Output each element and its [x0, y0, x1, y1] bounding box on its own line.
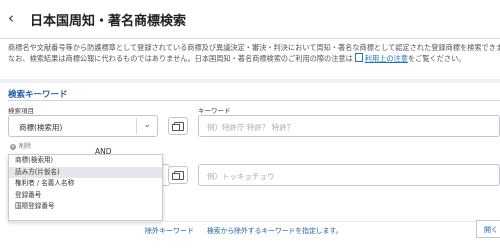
- copy-icon-back: [172, 124, 180, 131]
- description-text-end: をご覧ください。: [407, 54, 466, 63]
- chevron-left-icon[interactable]: ‹: [8, 11, 22, 26]
- exclude-keyword-label: 除外キーワード: [145, 227, 194, 235]
- description-line-1: 商標名や文献番号等から防護標章として登録されている商標及び異議決定・審決・判決に…: [8, 43, 500, 52]
- section-divider: [0, 79, 500, 83]
- keyword-input-2-placeholder: 例）トッキョチョウ: [207, 172, 275, 181]
- exclude-keyword-placeholder: 検索から除外するキーワードを指定します。: [207, 227, 343, 235]
- page-title: 日本国周知・著名商標検索: [30, 14, 187, 29]
- keyword-input-2[interactable]: 例）トッキョチョウ: [198, 164, 500, 186]
- exclude-keyword-input[interactable]: 検索から除外するキーワードを指定します。: [199, 222, 473, 236]
- search-item-dropdown[interactable]: 商標(検索用) 読み方(片仮名) 権利者 / 名義人名称 登録番号 国際登録番号: [8, 154, 163, 221]
- keyword-label: キーワード: [198, 107, 231, 115]
- keyword-input-1-placeholder: 例）特許庁 特許？ 特許？: [207, 123, 295, 132]
- select-separator: [136, 118, 137, 134]
- dropdown-option-trademark[interactable]: 商標(検索用): [9, 155, 162, 167]
- description-text: なお、検索結果は商標公報に代わるものではありません。日本国周知・著名商標検索のご…: [8, 54, 353, 63]
- description-line-2: なお、検索結果は商標公報に代わるものではありません。日本国周知・著名商標検索のご…: [8, 53, 500, 64]
- delete-label: 削除: [19, 143, 32, 150]
- usage-notes-link[interactable]: 利用上の注意: [365, 54, 408, 63]
- dropdown-option-reading[interactable]: 読み方(片仮名): [9, 166, 162, 179]
- dropdown-option-right-holder[interactable]: 権利者 / 名義人名称: [9, 178, 162, 190]
- copy-button-2[interactable]: [168, 166, 188, 184]
- dropdown-option-registration-number[interactable]: 登録番号: [9, 190, 162, 202]
- delete-button[interactable]: × 削除: [10, 141, 31, 150]
- section-title: 検索キーワード: [8, 90, 68, 100]
- search-item-select-value: 商標(検索用): [19, 123, 63, 132]
- search-item-label: 検索項目: [8, 107, 34, 115]
- header-bar: ‹ 日本国周知・著名商標検索: [0, 0, 500, 39]
- close-icon: ×: [10, 144, 16, 150]
- document-icon: [354, 53, 363, 62]
- description: 商標名や文献番号等から防護標章として登録されている商標及び異議決定・審決・判決に…: [8, 42, 500, 64]
- copy-icon-back: [172, 173, 180, 180]
- chevron-down-icon: ⌄: [143, 120, 151, 130]
- dropdown-option-international-registration-number[interactable]: 国際登録番号: [9, 201, 162, 213]
- copy-button[interactable]: [168, 117, 188, 135]
- search-item-select[interactable]: 商標(検索用) ⌄: [8, 115, 158, 137]
- open-button[interactable]: 開く: [476, 220, 500, 238]
- keyword-input-1[interactable]: 例）特許庁 特許？ 特許？: [198, 115, 500, 137]
- section-underline: [8, 100, 500, 101]
- open-button-label: 開く: [484, 226, 498, 234]
